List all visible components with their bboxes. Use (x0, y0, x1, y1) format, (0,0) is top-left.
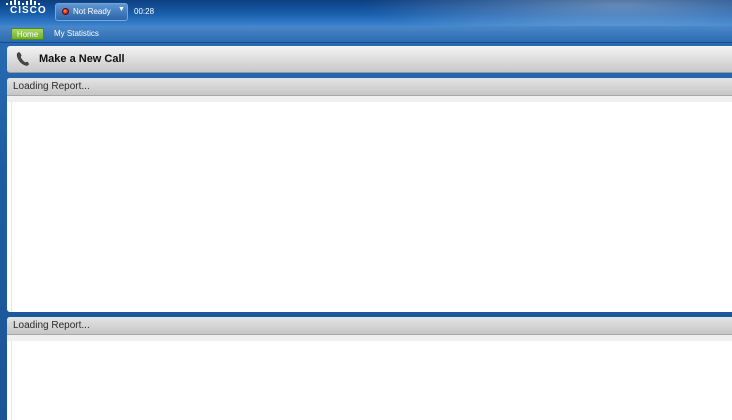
make-new-call-label: Make a New Call (39, 53, 125, 65)
report-panel-title: Loading Report... (13, 320, 90, 331)
cisco-logo-text: CISCO (10, 5, 47, 16)
header-bar: CISCO Not Ready ▼ 00:28 (0, 0, 732, 26)
nav-tabs: Home My Statistics (0, 26, 732, 43)
cisco-logo: CISCO (6, 0, 50, 22)
header-swoosh-graphic (360, 0, 732, 26)
not-ready-status-icon (62, 8, 69, 15)
chevron-down-icon: ▼ (118, 6, 125, 13)
tab-my-statistics[interactable]: My Statistics (54, 28, 99, 40)
phone-icon (16, 52, 29, 66)
status-timer: 00:28 (134, 7, 155, 16)
make-new-call-button[interactable]: Make a New Call (7, 46, 732, 73)
report-panel-title: Loading Report... (13, 81, 90, 92)
agent-status-label: Not Ready (73, 7, 111, 16)
report-panel-header: Loading Report... (7, 78, 732, 96)
agent-status-dropdown[interactable]: Not Ready ▼ (55, 3, 128, 21)
report-panel-2: Loading Report... (7, 317, 732, 420)
tab-home[interactable]: Home (11, 28, 44, 40)
report-panel-header: Loading Report... (7, 317, 732, 335)
report-panel-content (11, 102, 732, 312)
finesse-desktop: CISCO Not Ready ▼ 00:28 Home My Statisti… (0, 0, 732, 420)
report-panel-1: Loading Report... (7, 78, 732, 312)
report-panel-content (11, 341, 732, 420)
